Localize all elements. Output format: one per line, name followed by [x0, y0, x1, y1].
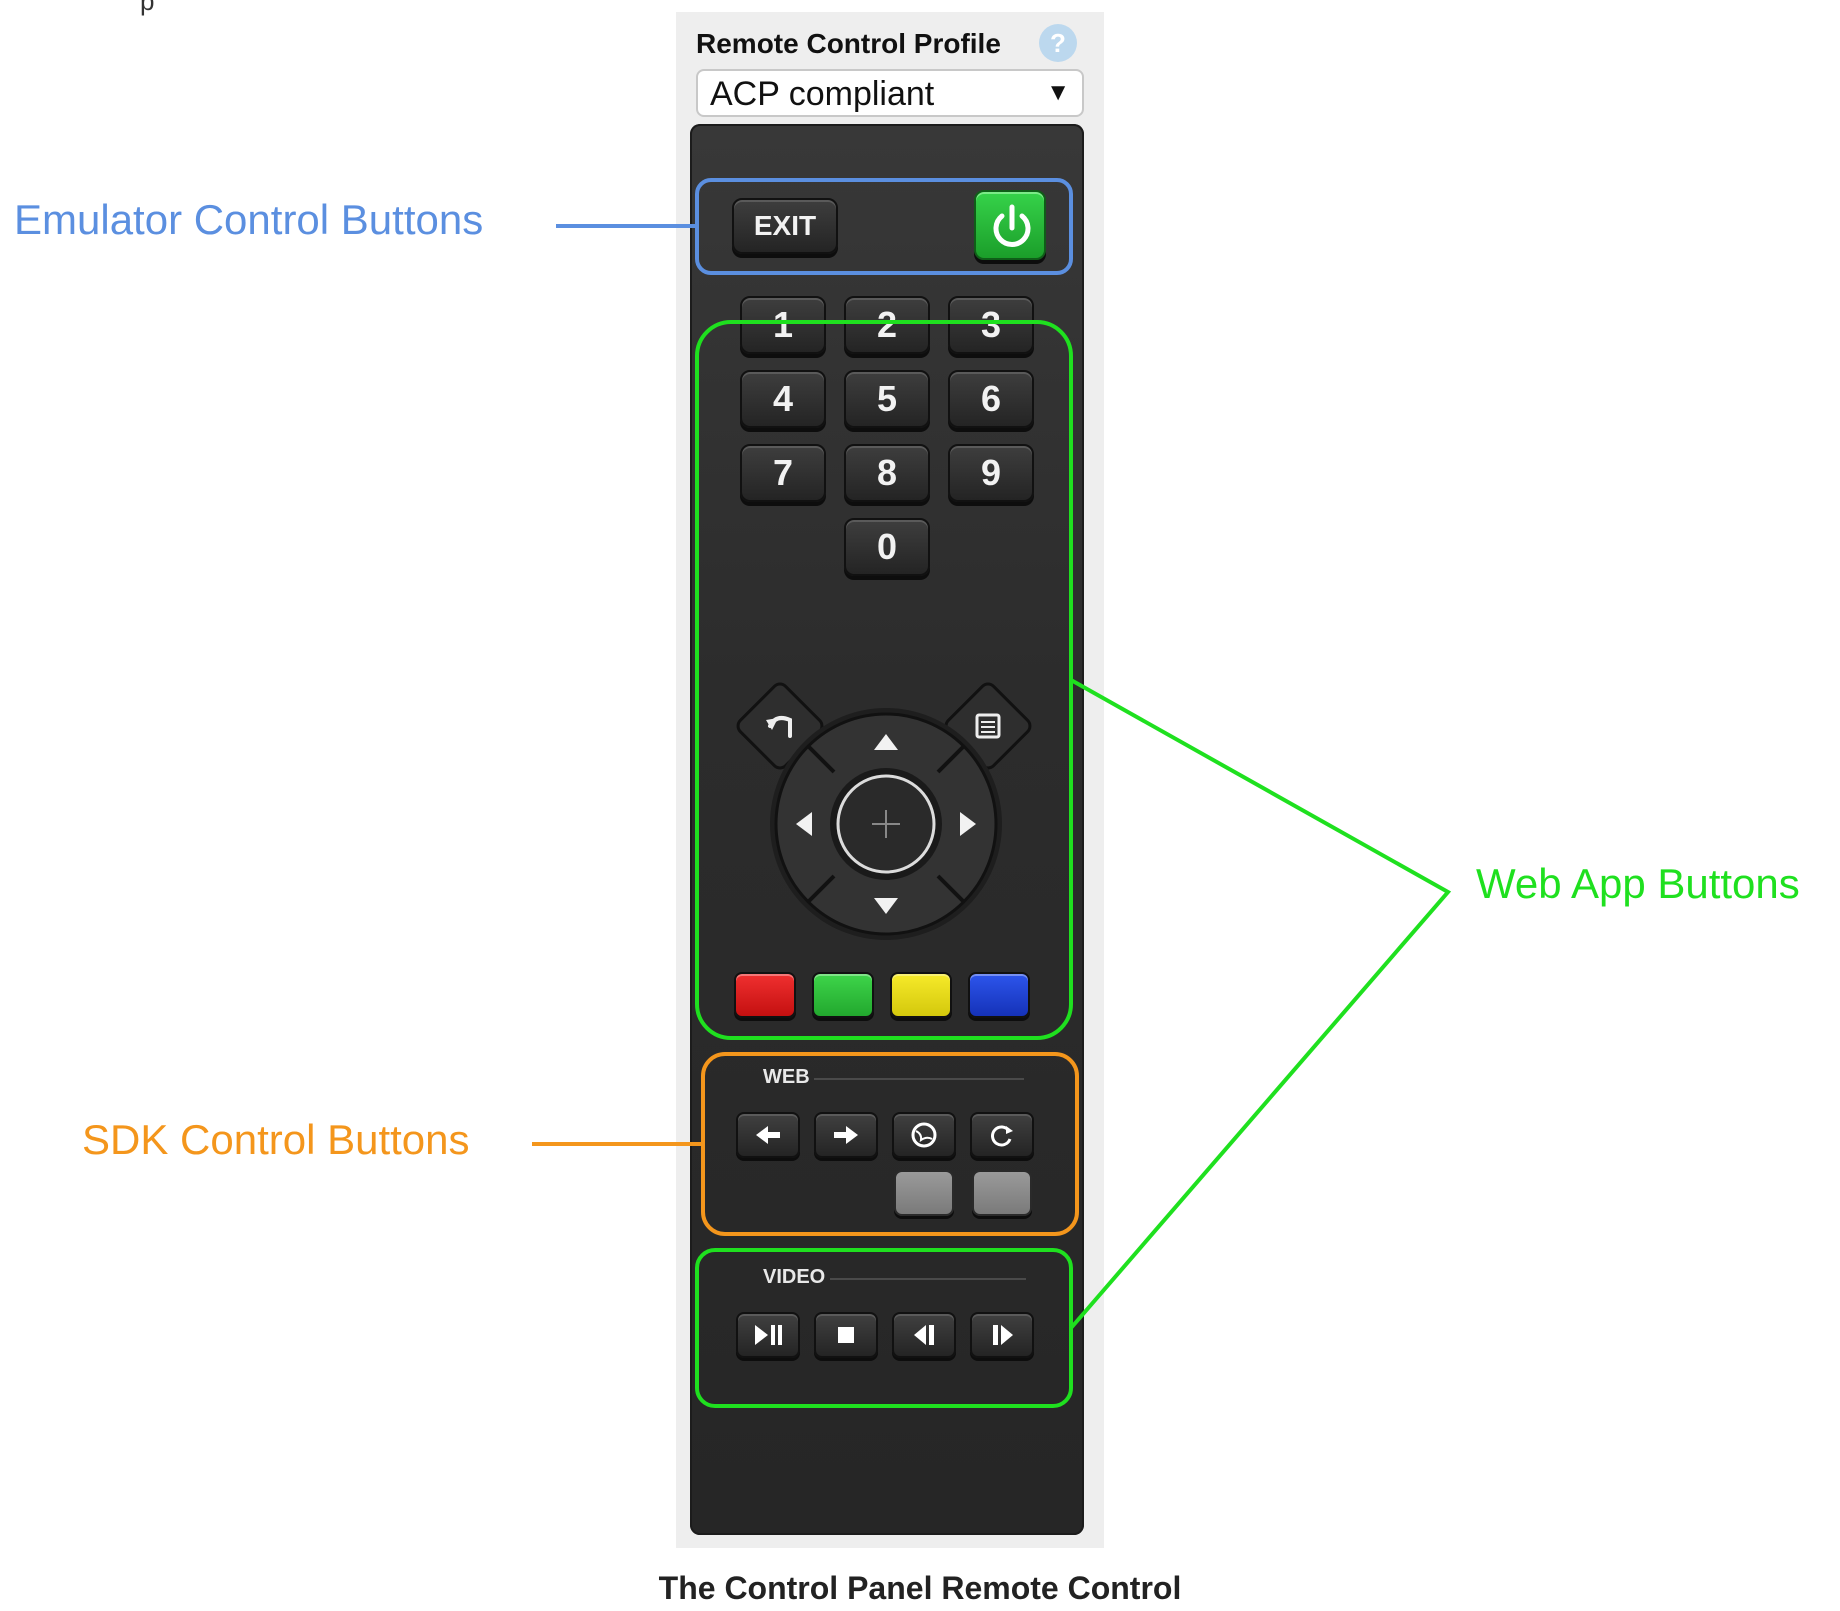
sdk-control-buttons-label: SDK Control Buttons	[82, 1116, 470, 1163]
web-app-connector	[1069, 678, 1452, 1330]
web-app-buttons-label: Web App Buttons	[1476, 860, 1800, 907]
figure-caption: The Control Panel Remote Control	[658, 1570, 1182, 1606]
sdk-buttons-outline	[701, 1052, 1079, 1236]
emulator-control-buttons-label: Emulator Control Buttons	[14, 196, 484, 243]
web-app-buttons-outline	[695, 320, 1073, 1040]
video-buttons-outline	[695, 1248, 1073, 1408]
emulator-buttons-outline	[695, 178, 1073, 275]
